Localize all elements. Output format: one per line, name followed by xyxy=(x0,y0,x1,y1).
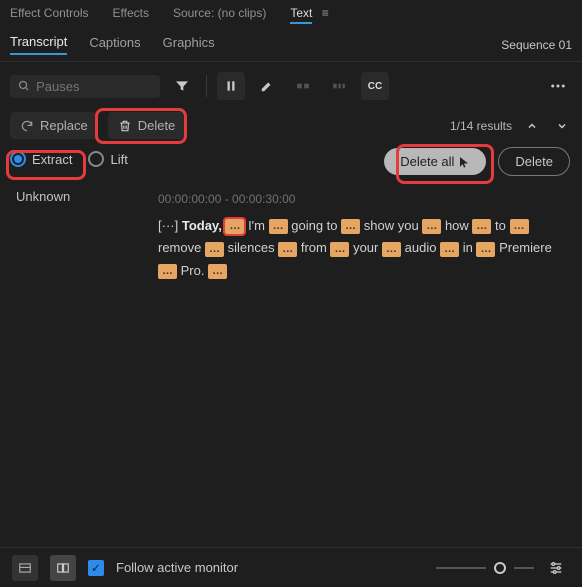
pause-marker[interactable]: … xyxy=(208,264,227,279)
word: I'm xyxy=(248,218,265,233)
replace-button[interactable]: Replace xyxy=(10,112,98,139)
separator xyxy=(206,75,207,97)
tab-source[interactable]: Source: (no clips) xyxy=(173,6,266,20)
delete-all-label: Delete all xyxy=(400,154,454,169)
pause-marker[interactable]: … xyxy=(476,242,495,257)
search-field[interactable] xyxy=(10,75,160,98)
trash-icon xyxy=(118,119,132,133)
word: Premiere xyxy=(499,240,552,255)
transcript-body[interactable]: 00:00:00:00 - 00:00:30:00 [···] Today, …… xyxy=(158,189,566,282)
refresh-icon xyxy=(20,119,34,133)
word: remove xyxy=(158,240,201,255)
pause-markers-icon[interactable] xyxy=(217,72,245,100)
extract-radio[interactable]: Extract xyxy=(10,151,72,167)
settings-sliders-icon[interactable] xyxy=(542,554,570,582)
pause-marker[interactable]: … xyxy=(472,219,491,234)
pause-marker[interactable]: … xyxy=(382,242,401,257)
pause-marker[interactable]: … xyxy=(440,242,459,257)
results-count: 1/14 results xyxy=(450,119,512,133)
delete-button[interactable]: Delete xyxy=(108,112,186,139)
replace-label: Replace xyxy=(40,118,88,133)
word: in xyxy=(463,240,473,255)
follow-monitor-label: Follow active monitor xyxy=(116,560,238,575)
word: Today, xyxy=(182,218,222,233)
zoom-slider-track[interactable] xyxy=(514,567,534,569)
pause-marker[interactable]: … xyxy=(341,219,360,234)
cursor-icon xyxy=(458,155,470,169)
timecode: 00:00:00:00 - 00:00:30:00 xyxy=(158,189,566,209)
search-input[interactable] xyxy=(36,79,152,94)
follow-monitor-checkbox[interactable]: ✓ xyxy=(88,560,104,576)
radio-checked-icon xyxy=(10,151,26,167)
pause-marker-selected[interactable]: … xyxy=(225,219,244,234)
pause-marker[interactable]: … xyxy=(278,242,297,257)
word: silences xyxy=(228,240,275,255)
tab-effects[interactable]: Effects xyxy=(112,6,148,20)
split-icon[interactable] xyxy=(325,72,353,100)
more-menu-icon[interactable] xyxy=(544,72,572,100)
tab-effect-controls[interactable]: Effect Controls xyxy=(10,6,88,20)
tab-text[interactable]: Text xyxy=(290,6,312,24)
subtab-captions[interactable]: Captions xyxy=(89,35,140,54)
word: your xyxy=(353,240,378,255)
delete-all-button[interactable]: Delete all xyxy=(384,148,486,175)
extract-label: Extract xyxy=(32,152,72,167)
prev-result-icon[interactable] xyxy=(522,116,542,136)
radio-unchecked-icon xyxy=(88,151,104,167)
pause-marker[interactable]: … xyxy=(510,219,529,234)
word: show you xyxy=(364,218,419,233)
word: Pro. xyxy=(181,263,205,278)
lead-ellipsis: [···] xyxy=(158,218,178,233)
subtab-transcript[interactable]: Transcript xyxy=(10,34,67,55)
filter-icon[interactable] xyxy=(168,72,196,100)
cc-icon[interactable]: CC xyxy=(361,72,389,100)
next-result-icon[interactable] xyxy=(552,116,572,136)
footer-view-2-icon[interactable] xyxy=(50,555,76,581)
search-icon xyxy=(18,79,30,93)
pause-marker[interactable]: … xyxy=(269,219,288,234)
panel-menu-icon[interactable]: ≡ xyxy=(322,6,329,20)
word: going to xyxy=(291,218,337,233)
word: to xyxy=(495,218,506,233)
lift-radio[interactable]: Lift xyxy=(88,151,127,167)
word: from xyxy=(301,240,327,255)
word: audio xyxy=(405,240,437,255)
zoom-slider-track[interactable] xyxy=(436,567,486,569)
word: how xyxy=(445,218,469,233)
sequence-label: Sequence 01 xyxy=(501,38,572,52)
merge-icon[interactable] xyxy=(289,72,317,100)
subtab-graphics[interactable]: Graphics xyxy=(163,35,215,54)
edit-pencil-icon[interactable] xyxy=(253,72,281,100)
pause-marker[interactable]: … xyxy=(330,242,349,257)
pause-marker[interactable]: … xyxy=(158,264,177,279)
pause-marker[interactable]: … xyxy=(422,219,441,234)
delete-pill-button[interactable]: Delete xyxy=(498,147,570,176)
zoom-slider-knob[interactable] xyxy=(494,562,506,574)
speaker-name: Unknown xyxy=(16,189,136,282)
footer-view-1-icon[interactable] xyxy=(12,555,38,581)
lift-label: Lift xyxy=(110,152,127,167)
pause-marker[interactable]: … xyxy=(205,242,224,257)
delete-label: Delete xyxy=(138,118,176,133)
